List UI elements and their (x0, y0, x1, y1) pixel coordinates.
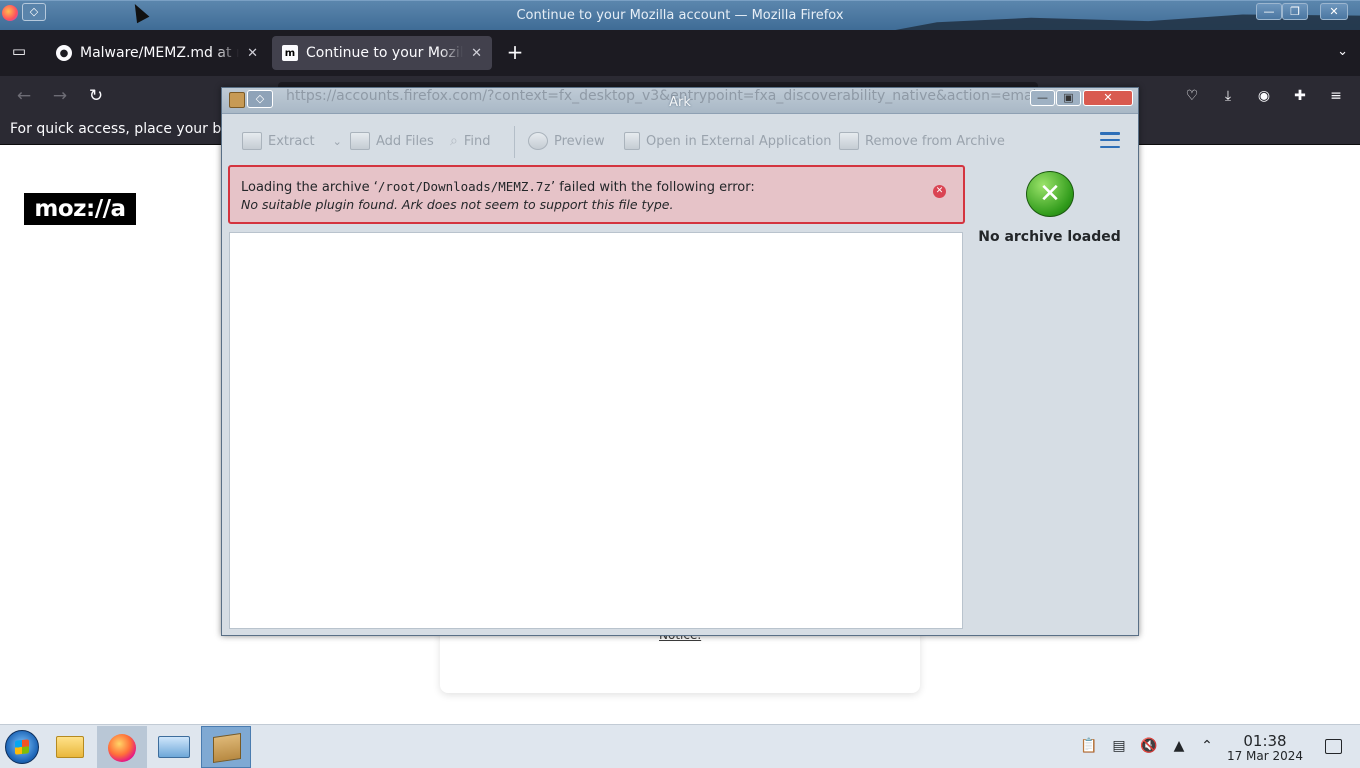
ark-titlebar: https://accounts.firefox.com/?context=fx… (222, 88, 1138, 114)
menu-icon[interactable]: ≡ (1326, 86, 1346, 106)
taskbar: 📋 ▤ 🔇 ▲ ⌃ 01:38 17 Mar 2024 (0, 724, 1360, 768)
preview-label: Preview (554, 133, 605, 149)
firefox-window-title: Continue to your Mozilla account — Mozil… (516, 8, 844, 23)
maximize-icon[interactable]: ▣ (1056, 90, 1081, 106)
open-external-label: Open in External Application (646, 133, 832, 149)
forward-icon[interactable]: → (49, 86, 71, 106)
toolbar-separator (514, 126, 515, 158)
error-prefix: Loading the archive ‘ (241, 180, 378, 195)
firefox-titlebar: ◇ Continue to your Mozilla account — Moz… (0, 0, 1360, 31)
minimize-icon[interactable]: — (1256, 3, 1282, 20)
taskbar-system-settings[interactable] (149, 726, 199, 768)
mozilla-logo: moz://a (24, 193, 136, 225)
search-icon: ⌕ (450, 133, 458, 149)
clock-time[interactable]: 01:38 (1226, 732, 1304, 750)
notes-icon[interactable]: ▤ (1110, 737, 1128, 755)
remove-label: Remove from Archive (865, 133, 1005, 149)
tools-icon: ✕ (1026, 171, 1074, 217)
show-desktop-icon[interactable] (1325, 739, 1342, 754)
taskbar-firefox[interactable] (97, 726, 147, 768)
close-error-icon[interactable]: ✕ (933, 185, 946, 198)
taskbar-ark[interactable] (201, 726, 251, 768)
firefox-view-icon[interactable]: ▭ (8, 42, 30, 64)
remove-icon (839, 132, 859, 150)
tab-bar: ▭ ● Malware/MEMZ.md at master ✕ m Contin… (0, 30, 1360, 76)
preview-icon (528, 132, 548, 150)
add-files-icon (350, 132, 370, 150)
info-panel: ✕ No archive loaded (972, 164, 1137, 629)
clock-date[interactable]: 17 Mar 2024 (1226, 749, 1304, 763)
extensions-icon[interactable]: ✚ (1290, 86, 1310, 106)
github-icon: ● (56, 45, 72, 61)
hamburger-menu-icon[interactable] (1100, 132, 1120, 148)
error-suffix: ’ failed with the following error: (550, 180, 755, 195)
find-button[interactable]: ⌕ Find (450, 130, 490, 152)
account-icon[interactable]: ◉ (1254, 86, 1274, 106)
start-menu-button[interactable] (5, 730, 39, 764)
minimize-icon[interactable]: — (1030, 90, 1055, 106)
add-files-label: Add Files (376, 133, 434, 149)
tab-label: Continue to your Mozilla account (306, 45, 464, 61)
open-external-button[interactable]: Open in External Application (624, 130, 832, 152)
error-detail: No suitable plugin found. Ark does not s… (241, 197, 674, 212)
ark-icon (213, 733, 241, 763)
extract-icon (242, 132, 262, 150)
tab-close-icon[interactable]: ✕ (247, 46, 258, 61)
add-files-button[interactable]: Add Files (350, 130, 434, 152)
tab-malware-memz[interactable]: ● Malware/MEMZ.md at master ✕ (46, 36, 268, 70)
error-path: /root/Downloads/MEMZ.7z (377, 179, 551, 194)
no-archive-label: No archive loaded (978, 229, 1121, 245)
chevron-down-icon[interactable]: ⌄ (333, 135, 342, 148)
pocket-icon[interactable]: ♡ (1182, 86, 1202, 106)
taskbar-file-manager[interactable] (45, 726, 95, 768)
document-icon (624, 132, 640, 150)
system-settings-icon (158, 736, 190, 758)
folder-icon (56, 736, 84, 758)
tab-close-icon[interactable]: ✕ (471, 46, 482, 61)
downloads-icon[interactable]: ⤓ (1218, 86, 1238, 106)
ark-toolbar: Extract ⌄ Add Files ⌕ Find Preview Open … (222, 114, 1138, 164)
find-label: Find (463, 133, 491, 149)
clipboard-icon[interactable]: 📋 (1080, 737, 1098, 755)
error-message: Loading the archive ‘/root/Downloads/MEM… (241, 179, 755, 195)
reload-icon[interactable]: ↻ (85, 86, 107, 106)
extract-label: Extract (268, 133, 315, 149)
remove-from-archive-button[interactable]: Remove from Archive (839, 130, 1005, 152)
preview-button[interactable]: Preview (528, 130, 605, 152)
tab-label: Malware/MEMZ.md at master (80, 45, 239, 61)
extract-button[interactable]: Extract ⌄ (242, 130, 342, 152)
chevron-up-icon[interactable]: ⌃ (1198, 737, 1216, 755)
close-icon[interactable]: ✕ (1320, 3, 1348, 20)
updates-icon[interactable]: ▲ (1170, 737, 1188, 755)
firefox-icon (108, 734, 136, 762)
ark-window: https://accounts.firefox.com/?context=fx… (221, 87, 1139, 636)
audio-muted-icon[interactable]: 🔇 (1140, 737, 1158, 755)
back-icon[interactable]: ← (13, 86, 35, 106)
new-tab-button[interactable]: + (504, 42, 526, 62)
maximize-icon[interactable]: ❐ (1282, 3, 1308, 20)
tab-mozilla-account[interactable]: m Continue to your Mozilla account ✕ (272, 36, 492, 70)
list-all-tabs-icon[interactable]: ⌄ (1337, 44, 1348, 59)
error-message-box: Loading the archive ‘/root/Downloads/MEM… (228, 165, 965, 224)
ark-window-title: Ark (669, 95, 691, 110)
close-icon[interactable]: ✕ (1083, 90, 1133, 106)
mozilla-m-icon: m (282, 45, 298, 61)
archive-file-list[interactable] (229, 232, 963, 629)
